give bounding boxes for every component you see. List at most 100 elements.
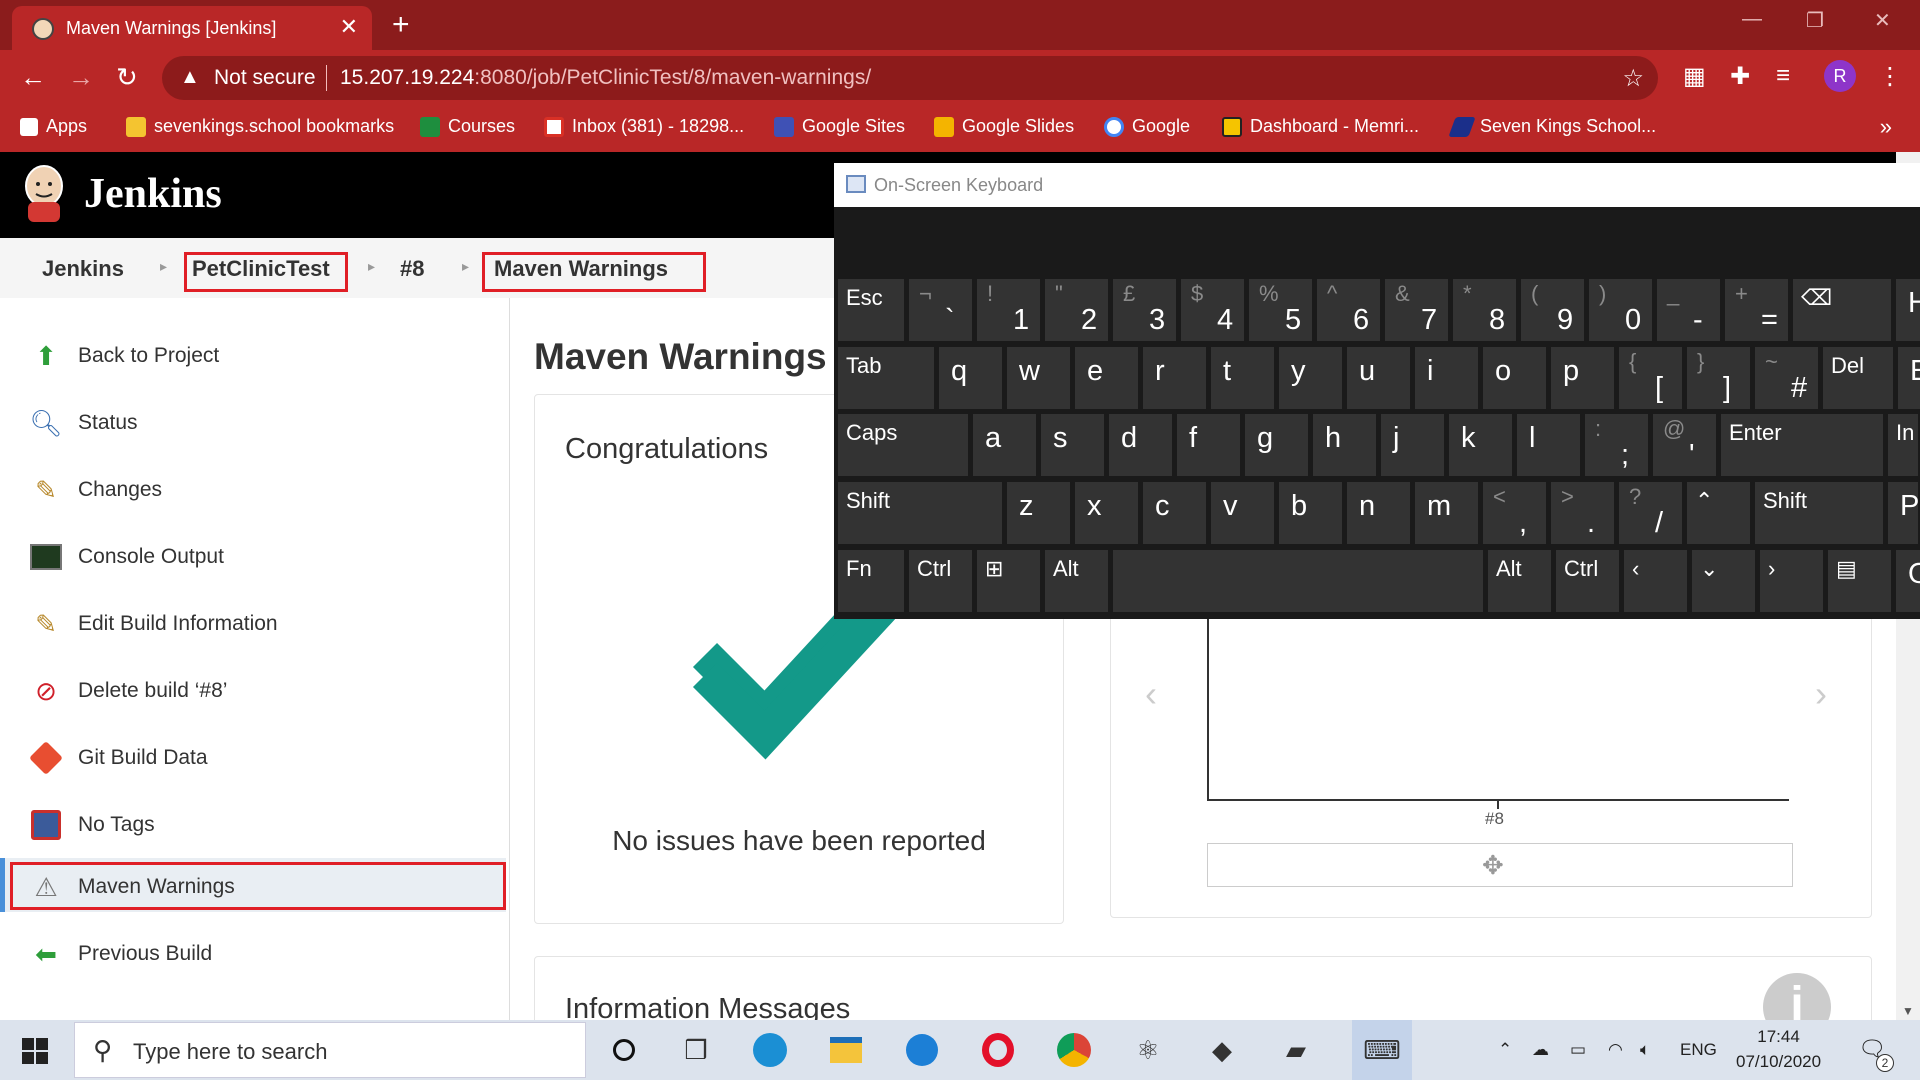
osk-key-5d[interactable]: }] xyxy=(1687,347,1750,409)
bookmark-sevenkings[interactable]: sevenkings.school bookmarks xyxy=(126,116,394,137)
chevron-right-icon[interactable]: › xyxy=(1815,673,1827,715)
breadcrumb-build-8[interactable]: #8 xyxy=(400,256,424,282)
osk-key-h[interactable]: h xyxy=(1313,414,1376,476)
osk-key-enter[interactable]: Enter xyxy=(1721,414,1883,476)
osk-key-shift[interactable]: Shift xyxy=(1755,482,1883,544)
osk-key-shift[interactable]: Shift xyxy=(838,482,1002,544)
osk-key-n[interactable]: n xyxy=(1347,482,1410,544)
atom-icon[interactable]: ⚛ xyxy=(1130,1032,1166,1068)
osk-key-fn[interactable]: Fn xyxy=(838,550,904,612)
sidebar-item-edit-build-information[interactable]: ✎ Edit Build Information xyxy=(28,604,498,644)
osk-taskbar-icon[interactable]: ⌨ xyxy=(1352,1020,1412,1080)
new-tab-button[interactable]: + xyxy=(392,8,410,42)
osk-key-3d[interactable]: + = xyxy=(1725,279,1788,341)
extensions-puzzle-icon[interactable]: ✚ xyxy=(1730,62,1750,91)
osk-key-27[interactable]: @ ' xyxy=(1653,414,1716,476)
chart-range-slider[interactable]: ✥ xyxy=(1207,843,1793,887)
osk-key-tab[interactable]: Tab xyxy=(838,347,934,409)
osk-key-232b[interactable]: ⌫ xyxy=(1793,279,1891,341)
osk-key-f[interactable]: f xyxy=(1177,414,1240,476)
osk-key-m[interactable]: m xyxy=(1415,482,1478,544)
osk-key-5b[interactable]: {[ xyxy=(1619,347,1682,409)
osk-key-x[interactable]: x xyxy=(1075,482,1138,544)
osk-key-229e[interactable]: ⊞ xyxy=(977,550,1040,612)
osk-key-7[interactable]: & 7 xyxy=(1385,279,1448,341)
sidebar-item-console-output[interactable]: Console Output xyxy=(28,537,498,577)
osk-key-ctrl[interactable]: Ctrl xyxy=(1556,550,1619,612)
osk-key-i[interactable]: i xyxy=(1415,347,1478,409)
osk-key-25a4[interactable]: ▤ xyxy=(1828,550,1891,612)
osk-key-6[interactable]: ^ 6 xyxy=(1317,279,1380,341)
media-queue-icon[interactable]: ≡ xyxy=(1776,62,1790,90)
breadcrumb-jenkins[interactable]: Jenkins xyxy=(42,256,124,282)
osk-key-j[interactable]: j xyxy=(1381,414,1444,476)
bookmark-google[interactable]: Google xyxy=(1104,116,1190,137)
sidebar-item-previous-build[interactable]: ⬅ Previous Build xyxy=(28,934,498,974)
osk-key-del[interactable]: Del xyxy=(1823,347,1893,409)
osk-key-2039[interactable]: ‹ xyxy=(1624,550,1687,612)
drag-handle-icon[interactable]: ✥ xyxy=(1482,850,1504,881)
osk-key-5[interactable]: % 5 xyxy=(1249,279,1312,341)
paint-3d-icon[interactable]: ◆ xyxy=(1204,1032,1240,1068)
bookmarks-overflow-button[interactable]: » xyxy=(1880,114,1892,140)
sidebar-item-status[interactable]: 🔍︎ Status xyxy=(28,403,498,443)
osk-key-60[interactable]: ¬ ` xyxy=(909,279,972,341)
wifi-icon[interactable]: ◠ xyxy=(1608,1040,1623,1060)
chrome-icon[interactable] xyxy=(1056,1032,1092,1068)
osk-key-203a[interactable]: › xyxy=(1760,550,1823,612)
bookmark-google-sites[interactable]: Google Sites xyxy=(774,116,905,137)
task-view-icon[interactable]: ❒ xyxy=(678,1032,714,1068)
sidebar-item-git-build-data[interactable]: Git Build Data xyxy=(28,738,498,778)
sidebar-item-changes[interactable]: ✎ Changes xyxy=(28,470,498,510)
osk-key-in[interactable]: In xyxy=(1888,414,1918,476)
show-hidden-icons-icon[interactable]: ⌃ xyxy=(1498,1040,1512,1060)
osk-key-k[interactable]: k xyxy=(1449,414,1512,476)
osk-key-ctrl[interactable]: Ctrl xyxy=(909,550,972,612)
volume-icon[interactable]: 🔈︎ xyxy=(1640,1040,1650,1060)
osk-key-u[interactable]: u xyxy=(1347,347,1410,409)
bookmark-dashboard[interactable]: Dashboard - Memri... xyxy=(1222,116,1419,137)
osk-key-z[interactable]: z xyxy=(1007,482,1070,544)
breadcrumb-chevron-icon[interactable]: ▸ xyxy=(160,258,167,275)
osk-key-alt[interactable]: Alt xyxy=(1045,550,1108,612)
close-tab-icon[interactable]: ✕ xyxy=(340,14,358,40)
osk-key-4[interactable]: $4 xyxy=(1181,279,1244,341)
url-text[interactable]: 15.207.19.224:8080/job/PetClinicTest/8/m… xyxy=(340,66,871,90)
warning-triangle-icon[interactable]: ▲ xyxy=(180,66,200,89)
osk-key-o[interactable]: o xyxy=(1483,347,1546,409)
osk-key-v[interactable]: v xyxy=(1211,482,1274,544)
osk-key-2303[interactable]: ⌃ xyxy=(1687,482,1750,544)
windows-start-icon[interactable] xyxy=(22,1038,48,1064)
osk-key-2[interactable]: " 2 xyxy=(1045,279,1108,341)
bookmark-inbox[interactable]: Inbox (381) - 18298... xyxy=(544,116,744,137)
not-secure-label[interactable]: Not secure xyxy=(214,66,316,90)
sidebar-item-no-tags[interactable]: No Tags xyxy=(28,805,498,845)
sidebar-item-back-to-project[interactable]: ⬆ Back to Project xyxy=(28,336,498,376)
osk-key-3b[interactable]: :; xyxy=(1585,414,1648,476)
edge-icon[interactable] xyxy=(752,1032,788,1068)
osk-key-r[interactable]: r xyxy=(1143,347,1206,409)
jenkins-logo-icon[interactable] xyxy=(22,164,66,222)
back-arrow-icon[interactable]: ← xyxy=(20,62,46,93)
breadcrumb-chevron-icon[interactable]: ▸ xyxy=(462,258,469,275)
sidebar-item-maven-warnings[interactable]: ⚠ Maven Warnings xyxy=(28,867,498,907)
teamviewer-icon[interactable] xyxy=(904,1032,940,1068)
bookmark-star-icon[interactable]: ☆ xyxy=(1622,64,1644,93)
osk-key-2304[interactable]: ⌄ xyxy=(1692,550,1755,612)
opera-icon[interactable] xyxy=(980,1032,1016,1068)
onedrive-icon[interactable]: ☁ xyxy=(1532,1040,1549,1060)
system-clock[interactable]: 17:44 07/10/2020 xyxy=(1736,1024,1821,1074)
restore-icon[interactable]: ❐ xyxy=(1806,8,1824,33)
osk-key-e[interactable]: e xyxy=(1075,347,1138,409)
address-bar[interactable]: ▲ Not secure 15.207.19.224:8080/job/PetC… xyxy=(162,56,1658,100)
bookmark-google-slides[interactable]: Google Slides xyxy=(934,116,1074,137)
osk-key-1[interactable]: ! 1 xyxy=(977,279,1040,341)
bookmark-seven-kings-school[interactable]: Seven Kings School... xyxy=(1448,116,1656,137)
osk-key-p[interactable]: P xyxy=(1888,482,1919,544)
sidebar-item-delete-build[interactable]: ⊘ Delete build ‘#8’ xyxy=(28,671,498,711)
profile-avatar[interactable]: R xyxy=(1824,60,1856,92)
scroll-down-icon[interactable]: ▼ xyxy=(1902,1004,1914,1018)
cortana-icon[interactable] xyxy=(606,1032,642,1068)
file-explorer-icon[interactable] xyxy=(828,1032,864,1068)
osk-key-8[interactable]: * 8 xyxy=(1453,279,1516,341)
